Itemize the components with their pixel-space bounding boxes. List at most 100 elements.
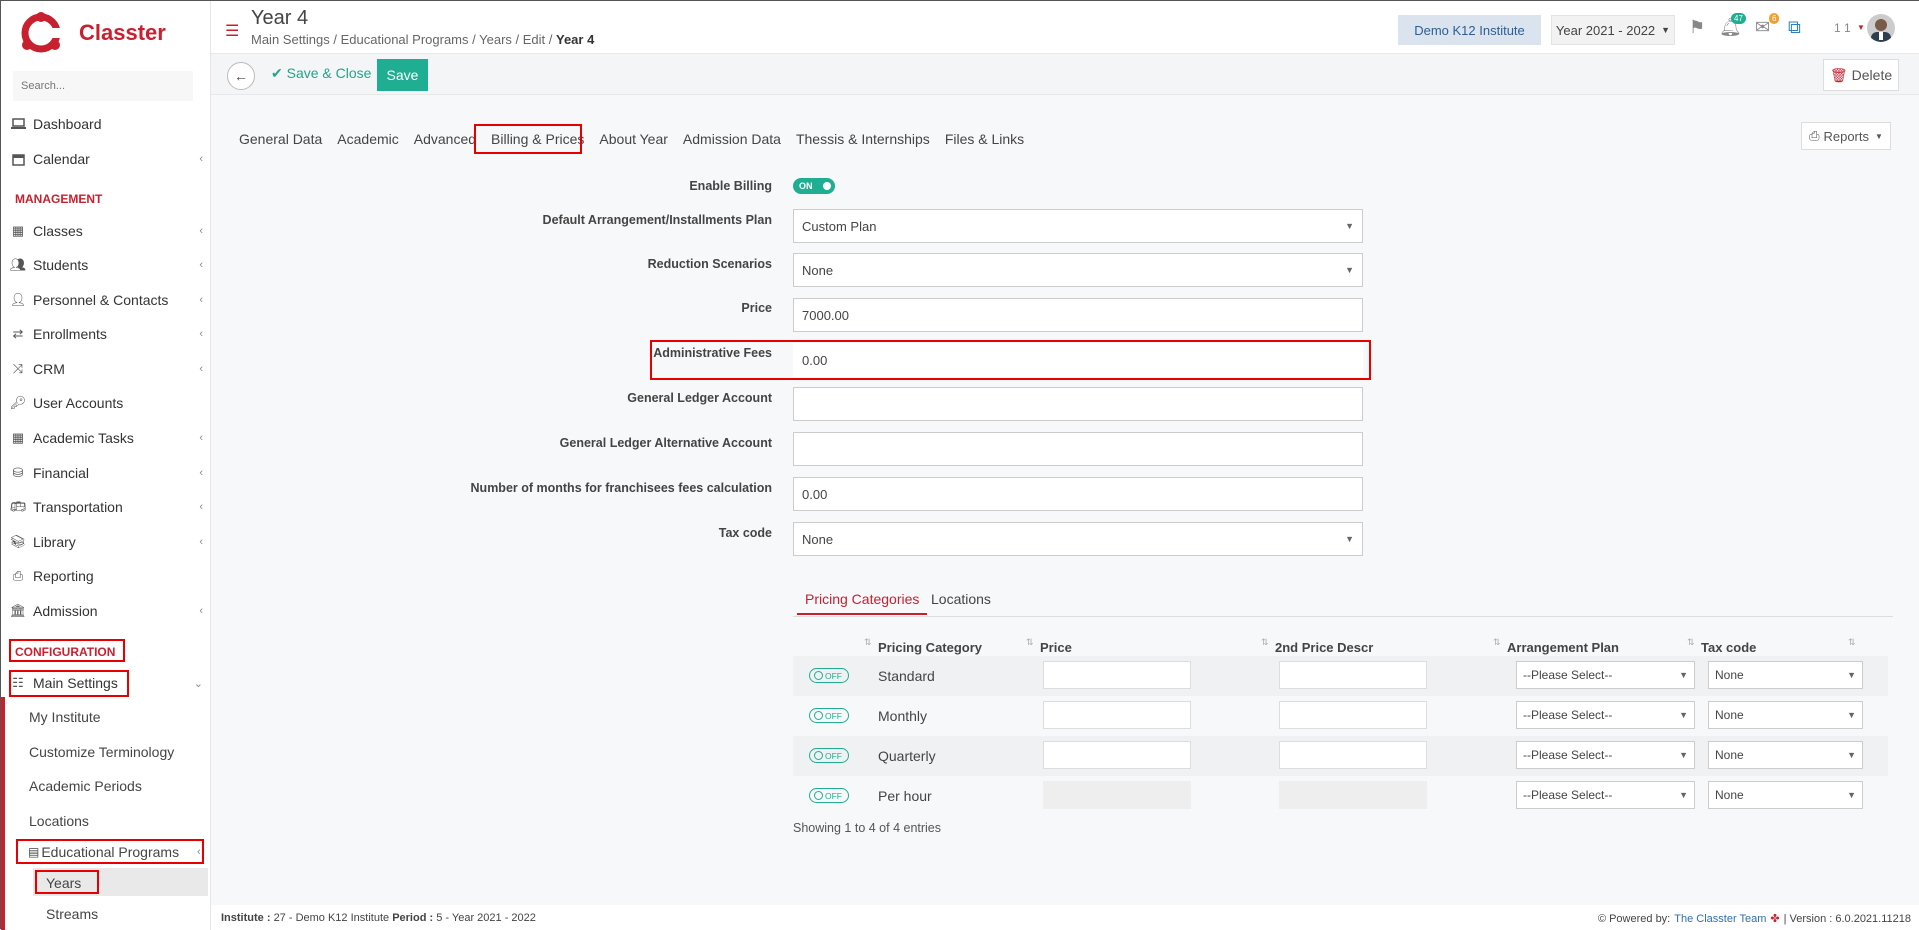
arrangement-plan-cell-select[interactable]: --Please Select-- ▼ (1516, 741, 1695, 769)
footer-team-link[interactable]: The Classter Team (1674, 913, 1766, 925)
breadcrumb-item[interactable]: Edit (523, 32, 545, 47)
breadcrumb-item[interactable]: Years (479, 32, 512, 47)
sort-icon[interactable]: ⇅ (1848, 637, 1856, 648)
sidebar-item-label: Academic Tasks (33, 430, 134, 446)
arrangement-plan-cell-select[interactable]: --Please Select-- ▼ (1516, 661, 1695, 689)
caret-down-icon: ▼ (1679, 790, 1688, 800)
sidebar-item-library[interactable]: 📚︎ Library ‹ (1, 525, 211, 559)
sidebar-item-label: Admission (33, 603, 98, 619)
tab-advanced[interactable]: Advanced (414, 131, 476, 147)
tab-thessis-internships[interactable]: Thessis & Internships (796, 131, 930, 147)
arrangement-plan-select[interactable]: Custom Plan ▼ (793, 209, 1363, 243)
sort-icon[interactable]: ⇅ (1026, 637, 1034, 648)
sidebar-item-calendar[interactable]: Calendar ‹ (1, 142, 211, 176)
sort-icon[interactable]: ⇅ (1687, 637, 1695, 648)
year-selector[interactable]: Year 2021 - 2022 ▼ (1551, 15, 1675, 45)
enable-billing-toggle[interactable]: ON (793, 178, 835, 194)
avatar[interactable] (1867, 14, 1895, 42)
tab-locations[interactable]: Locations (931, 591, 991, 607)
save-close-button[interactable]: ✔ Save & Close (271, 65, 371, 82)
label-gl-alt-account: General Ledger Alternative Account (559, 436, 772, 450)
row-toggle[interactable]: OFF (809, 708, 849, 723)
delete-button[interactable]: 🗑︎ Delete (1823, 59, 1899, 91)
arrangement-plan-cell-select[interactable]: --Please Select-- ▼ (1516, 701, 1695, 729)
sidebar-subitem-streams[interactable]: Streams (46, 906, 98, 922)
sidebar-search-input[interactable] (13, 71, 193, 101)
price-descr-cell-input[interactable] (1279, 701, 1427, 729)
sidebar-subitem-customize-terminology[interactable]: Customize Terminology (29, 744, 174, 760)
tax-code-cell-select[interactable]: None ▼ (1708, 661, 1863, 689)
sidebar-item-academic-tasks[interactable]: ▦ Academic Tasks ‹ (1, 421, 211, 455)
reports-label: Reports (1823, 128, 1869, 144)
sidebar-item-label: Dashboard (33, 116, 102, 132)
institute-button[interactable]: Demo K12 Institute (1398, 15, 1541, 45)
save-button[interactable]: Save (377, 59, 428, 91)
breadcrumb-item[interactable]: Educational Programs (341, 32, 469, 47)
sidebar-item-dashboard[interactable]: Dashboard (1, 107, 211, 141)
sort-icon[interactable]: ⇅ (1493, 637, 1501, 648)
menu-toggle-icon[interactable]: ☰ (225, 21, 239, 41)
sort-icon[interactable]: ⇅ (1261, 637, 1269, 648)
sidebar-item-crm[interactable]: ⤨ CRM ‹ (1, 352, 211, 386)
layers-icon[interactable]: ⧉ (1788, 17, 1801, 38)
mail-icon[interactable]: ✉ (1755, 17, 1770, 38)
sidebar-subitem-locations[interactable]: Locations (29, 813, 89, 829)
price-descr-cell-input[interactable] (1279, 661, 1427, 689)
tax-code-cell-select[interactable]: None ▼ (1708, 701, 1863, 729)
sidebar-item-classes[interactable]: ▦ Classes ‹ (1, 214, 211, 248)
price-cell-input[interactable] (1043, 741, 1191, 769)
sidebar-item-personnel[interactable]: 👤︎ Personnel & Contacts ‹ (1, 283, 211, 317)
select-value: None (1715, 788, 1744, 802)
reports-button[interactable]: ⎙ Reports ▼ (1801, 122, 1891, 150)
flag-icon[interactable]: ⚑ (1689, 17, 1705, 38)
breadcrumb-item[interactable]: Main Settings (251, 32, 330, 47)
breadcrumb: Main Settings / Educational Programs / Y… (251, 32, 595, 47)
chevron-left-icon: ‹ (199, 605, 203, 617)
reduction-scenarios-select[interactable]: None ▼ (793, 253, 1363, 287)
app-frame: Classter Dashboard Calendar ‹ MANAGEMENT… (0, 0, 1919, 930)
gl-account-input[interactable] (793, 387, 1363, 421)
sidebar-item-user-accounts[interactable]: 🔑︎ User Accounts (1, 386, 211, 420)
table-row: OFF Standard --Please Select-- ▼ None ▼ (793, 656, 1888, 696)
sort-icon[interactable]: ⇅ (864, 637, 872, 648)
sidebar-item-financial[interactable]: ⛁ Financial ‹ (1, 456, 211, 490)
back-button[interactable]: ← (227, 62, 255, 90)
sidebar-subitem-my-institute[interactable]: My Institute (29, 709, 101, 725)
tab-about-year[interactable]: About Year (599, 131, 668, 147)
gl-alt-account-input[interactable] (793, 432, 1363, 466)
sidebar-item-admission[interactable]: 🏛︎ Admission ‹ (1, 594, 211, 628)
tax-code-cell-select[interactable]: None ▼ (1708, 741, 1863, 769)
price-cell-input[interactable] (1043, 661, 1191, 689)
tab-pricing-categories[interactable]: Pricing Categories (797, 591, 928, 615)
sidebar-subitem-years[interactable]: Years (46, 875, 81, 891)
sidebar-item-main-settings[interactable]: ☷ Main Settings ⌄ (1, 666, 211, 700)
administrative-fees-input[interactable]: 0.00 (793, 343, 1363, 377)
tab-files-links[interactable]: Files & Links (945, 131, 1024, 147)
price-input[interactable]: 7000.00 (793, 298, 1363, 332)
tax-code-select[interactable]: None ▼ (793, 522, 1363, 556)
tab-general-data[interactable]: General Data (239, 131, 322, 147)
months-franchisees-input[interactable]: 0.00 (793, 477, 1363, 511)
price-cell-input[interactable] (1043, 701, 1191, 729)
row-toggle[interactable]: OFF (809, 668, 849, 683)
page-title: Year 4 (251, 7, 309, 29)
sidebar-item-reporting[interactable]: ⎙ Reporting (1, 559, 211, 593)
row-toggle[interactable]: OFF (809, 748, 849, 763)
tax-code-cell-select[interactable]: None ▼ (1708, 781, 1863, 809)
sidebar-item-students[interactable]: 👥︎ Students ‹ (1, 248, 211, 282)
price-descr-cell-input[interactable] (1279, 741, 1427, 769)
brand-logo[interactable]: Classter (21, 12, 166, 54)
user-initials[interactable]: 1 1 (1834, 21, 1851, 35)
sidebar-subitem-educational-programs[interactable]: ▤ Educational Programs ‹ (28, 844, 201, 860)
row-toggle[interactable]: OFF (809, 788, 849, 803)
tab-admission-data[interactable]: Admission Data (683, 131, 781, 147)
select-value: None (1715, 708, 1744, 722)
tab-academic[interactable]: Academic (337, 131, 398, 147)
section-management: MANAGEMENT (15, 192, 103, 206)
sidebar-item-transportation[interactable]: 🚌︎ Transportation ‹ (1, 490, 211, 524)
chevron-left-icon: ‹ (199, 536, 203, 548)
sidebar-subitem-academic-periods[interactable]: Academic Periods (29, 778, 142, 794)
sidebar-item-enrollments[interactable]: ⇄ Enrollments ‹ (1, 317, 211, 351)
classter-logo-icon (21, 12, 61, 54)
arrangement-plan-cell-select[interactable]: --Please Select-- ▼ (1516, 781, 1695, 809)
